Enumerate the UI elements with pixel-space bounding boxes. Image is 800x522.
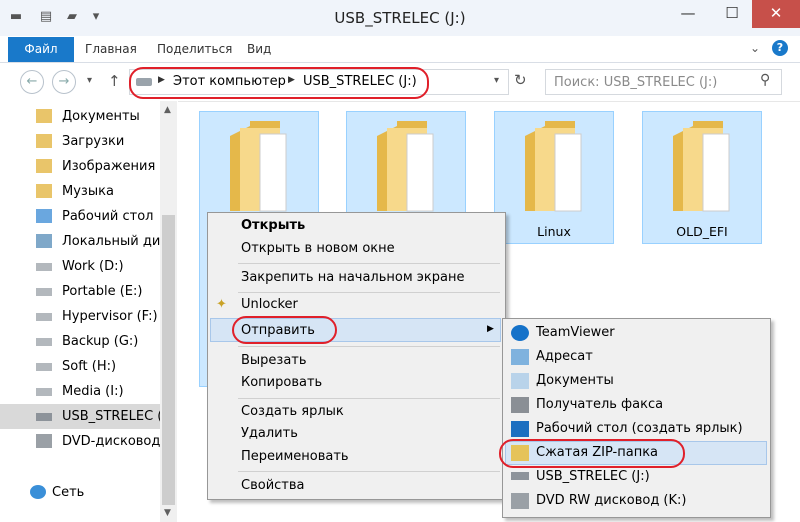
sidebar-item-network[interactable]: Сеть <box>0 480 160 505</box>
usb-drive-icon <box>511 472 529 480</box>
ribbon-expand-icon[interactable]: ⌄ <box>750 41 760 55</box>
recent-locations-dropdown-icon[interactable]: ▾ <box>87 75 92 86</box>
menu-separator <box>238 471 500 472</box>
address-dropdown-icon[interactable]: ▾ <box>494 75 499 86</box>
menu-item-unlocker[interactable]: Unlocker <box>241 297 298 312</box>
folder-label: Linux <box>537 224 571 239</box>
sidebar-item-soft[interactable]: Soft (H:) <box>0 354 160 379</box>
send-to-submenu: TeamViewer Адресат Документы Получатель … <box>499 318 771 518</box>
forward-button[interactable]: → <box>52 70 76 94</box>
music-folder-icon <box>36 184 52 198</box>
folder-label: OLD_EFI <box>676 224 728 239</box>
sidebar-item-dvd[interactable]: DVD-дисковод <box>0 429 160 454</box>
sidebar-item-music[interactable]: Музыка <box>0 179 160 204</box>
help-icon[interactable]: ? <box>772 40 788 56</box>
up-button[interactable]: ↑ <box>108 72 121 90</box>
dvd-drive-icon <box>511 493 529 509</box>
search-placeholder: Поиск: USB_STRELEC (J:) <box>554 75 718 90</box>
pictures-folder-icon <box>36 159 52 173</box>
drive-icon <box>36 263 52 271</box>
network-icon <box>30 485 46 499</box>
sidebar-item-desktop[interactable]: Рабочий стол <box>0 204 160 229</box>
menu-item-copy[interactable]: Копировать <box>241 375 322 390</box>
sendto-item-fax[interactable]: Получатель факса <box>536 397 663 412</box>
sendto-item-documents[interactable]: Документы <box>536 373 614 388</box>
menu-item-open[interactable]: Открыть <box>241 218 305 233</box>
menu-item-open-new-window[interactable]: Открыть в новом окне <box>241 241 395 256</box>
sendto-item-mail-recipient[interactable]: Адресат <box>536 349 593 364</box>
submenu-arrow-icon: ▶ <box>487 324 494 334</box>
menu-item-pin-start[interactable]: Закрепить на начальном экране <box>241 270 465 285</box>
back-button[interactable]: ← <box>20 70 44 94</box>
sidebar-item-documents[interactable]: Документы <box>0 104 160 129</box>
highlight-ring-zip <box>499 439 685 468</box>
menu-separator <box>238 292 500 293</box>
sendto-item-usb-strelec[interactable]: USB_STRELEC (J:) <box>536 469 650 484</box>
drive-icon <box>36 338 52 346</box>
drive-icon <box>36 363 52 371</box>
desktop-folder-icon <box>36 209 52 223</box>
sidebar-item-pictures[interactable]: Изображения <box>0 154 160 179</box>
menu-item-delete[interactable]: Удалить <box>241 426 298 441</box>
sidebar-item-downloads[interactable]: Загрузки <box>0 129 160 154</box>
minimize-button[interactable]: — <box>666 0 710 28</box>
windows-drive-icon <box>36 234 52 248</box>
sidebar-item-hypervisor[interactable]: Hypervisor (F:) <box>0 304 160 329</box>
drive-icon <box>36 413 52 421</box>
refresh-icon[interactable]: ↻ <box>514 71 527 89</box>
scrollbar-thumb[interactable] <box>162 215 175 505</box>
menu-item-cut[interactable]: Вырезать <box>241 353 307 368</box>
documents-icon <box>511 373 529 389</box>
drive-icon <box>36 388 52 396</box>
tab-file[interactable]: Файл <box>8 37 74 62</box>
desktop-icon <box>511 421 529 437</box>
menu-item-rename[interactable]: Переименовать <box>241 449 349 464</box>
sendto-item-teamviewer[interactable]: TeamViewer <box>536 325 615 340</box>
scroll-down-arrow-icon[interactable]: ▼ <box>164 508 171 518</box>
sendto-item-desktop-shortcut[interactable]: Рабочий стол (создать ярлык) <box>536 421 743 436</box>
tab-view[interactable]: Вид <box>247 37 271 62</box>
documents-folder-icon <box>36 109 52 123</box>
unlocker-wand-icon: ✦ <box>216 297 227 312</box>
sidebar-item-work[interactable]: Work (D:) <box>0 254 160 279</box>
menu-item-properties[interactable]: Свойства <box>241 478 305 493</box>
context-menu: Открыть Открыть в новом окне Закрепить н… <box>207 212 506 500</box>
sidebar-item-usb-strelec[interactable]: USB_STRELEC (J: <box>0 404 160 429</box>
sendto-item-dvd[interactable]: DVD RW дисковод (K:) <box>536 493 686 508</box>
close-button[interactable]: ✕ <box>752 0 800 28</box>
sidebar-item-backup[interactable]: Backup (G:) <box>0 329 160 354</box>
menu-item-create-shortcut[interactable]: Создать ярлык <box>241 404 344 419</box>
menu-separator <box>238 346 500 347</box>
drive-icon <box>36 288 52 296</box>
tab-home[interactable]: Главная <box>85 37 137 62</box>
scroll-up-arrow-icon[interactable]: ▲ <box>164 105 171 115</box>
maximize-button[interactable]: ☐ <box>710 0 754 28</box>
teamviewer-icon <box>511 325 529 341</box>
fax-icon <box>511 397 529 413</box>
folder-icon <box>673 121 730 212</box>
search-icon[interactable]: ⚲ <box>760 72 770 88</box>
downloads-folder-icon <box>36 134 52 148</box>
folder-tile-linux[interactable]: Linux <box>494 111 614 244</box>
menu-separator <box>238 398 500 399</box>
dvd-drive-icon <box>36 434 52 448</box>
sidebar-item-media[interactable]: Media (I:) <box>0 379 160 404</box>
folder-icon <box>230 121 287 212</box>
drive-icon <box>36 313 52 321</box>
tab-share[interactable]: Поделиться <box>157 37 232 62</box>
folder-icon <box>377 121 434 212</box>
sidebar-item-local-disk[interactable]: Локальный дис <box>0 229 160 254</box>
menu-separator <box>238 263 500 264</box>
highlight-ring-address <box>129 67 429 99</box>
mail-recipient-icon <box>511 349 529 365</box>
highlight-ring-send-to <box>232 316 337 344</box>
folder-tile-old-efi[interactable]: OLD_EFI <box>642 111 762 244</box>
sidebar-item-portable[interactable]: Portable (E:) <box>0 279 160 304</box>
folder-icon <box>525 121 582 212</box>
